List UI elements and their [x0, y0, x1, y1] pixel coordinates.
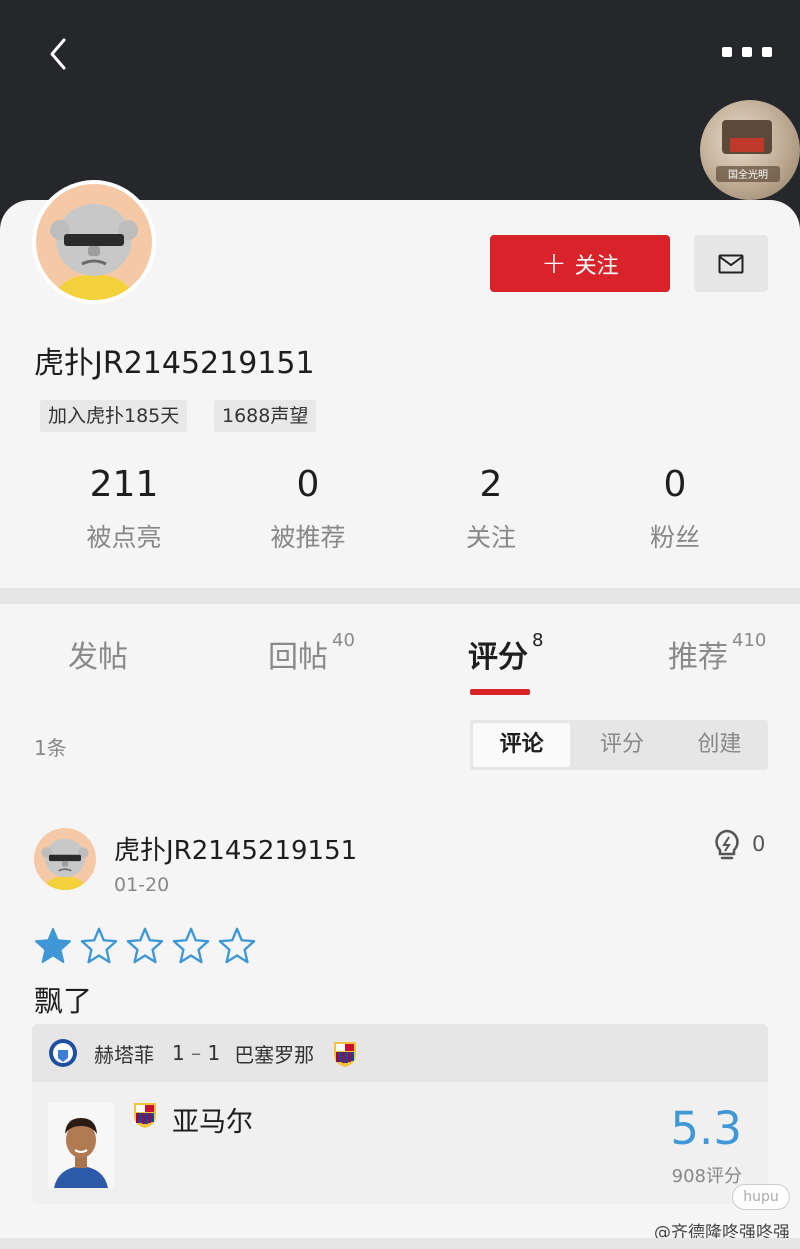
follow-button[interactable]: + 关注: [490, 235, 670, 292]
star-rating: [34, 926, 256, 964]
plus-icon: +: [541, 245, 567, 281]
filter-segment: 评论 评分 创建: [470, 720, 768, 770]
tab-label: 推荐: [668, 640, 728, 675]
tab-posts[interactable]: 发帖: [68, 632, 128, 676]
more-dot: [722, 47, 732, 57]
stat-label: 粉丝: [649, 523, 700, 552]
match-header: 赫塔菲 1 – 1 巴塞罗那: [32, 1024, 768, 1082]
tab-ratings[interactable]: 评分 8: [468, 630, 544, 676]
star-filled-icon: [34, 927, 72, 964]
stat-value: 0: [296, 464, 320, 505]
barcelona-crest-icon: [134, 1103, 156, 1128]
stat-value: 0: [663, 464, 687, 505]
chevron-left-icon: [50, 38, 66, 70]
result-count: 1条: [34, 736, 67, 760]
star-empty-icon: [126, 927, 164, 964]
star-empty-icon: [172, 927, 210, 964]
message-button[interactable]: [694, 235, 768, 292]
rating-count: 908评分: [671, 1166, 742, 1187]
stat-value: 2: [479, 464, 503, 505]
stat-liked[interactable]: 211 被点亮: [44, 462, 204, 554]
tab-count: 410: [732, 630, 767, 651]
active-tab-indicator: [470, 689, 530, 695]
getafe-crest-icon: [49, 1039, 77, 1067]
player-rating: 5.3: [670, 1102, 742, 1155]
tab-label: 发帖: [68, 640, 128, 675]
more-button[interactable]: [722, 40, 772, 64]
stat-label: 被推荐: [270, 523, 346, 552]
home-team: 赫塔菲: [94, 1042, 154, 1067]
mail-icon: [718, 254, 744, 273]
more-dot: [762, 47, 772, 57]
filter-comments[interactable]: 评论: [473, 723, 571, 767]
stat-fans[interactable]: 0 粉丝: [595, 462, 755, 554]
hupu-logo-watermark: hupu: [732, 1184, 790, 1210]
lightbulb-icon: [715, 829, 739, 860]
match-card[interactable]: 赫塔菲 1 – 1 巴塞罗那 亚马尔 5.3 908评分: [32, 1024, 768, 1204]
star-empty-icon: [80, 927, 118, 964]
match-score: 1 – 1: [172, 1041, 220, 1065]
avatar[interactable]: [32, 180, 156, 304]
back-button[interactable]: [40, 34, 80, 74]
profile-username: 虎扑JR2145219151: [34, 346, 315, 381]
star-empty-icon: [218, 927, 256, 964]
post-username[interactable]: 虎扑JR2145219151: [114, 830, 357, 867]
player-name: 亚马尔: [172, 1107, 253, 1138]
join-days-tag: 加入虎扑185天: [40, 400, 188, 432]
more-dot: [742, 47, 752, 57]
avatar-image: [36, 184, 152, 300]
stat-value: 211: [89, 464, 159, 505]
light-count: 0: [752, 832, 766, 856]
badge-graphic: [730, 138, 764, 152]
tab-label: 评分: [468, 640, 528, 675]
player-photo: [48, 1102, 114, 1188]
tab-recommend[interactable]: 推荐 410: [668, 630, 767, 676]
tab-count: 40: [332, 630, 355, 651]
badge-text: 国全光明: [716, 166, 780, 182]
follow-label: 关注: [574, 253, 619, 279]
away-team: 巴塞罗那: [234, 1042, 315, 1067]
tab-replies[interactable]: 回帖 40: [268, 630, 355, 676]
tab-count: 8: [532, 630, 544, 651]
stat-recommended[interactable]: 0 被推荐: [228, 462, 388, 554]
filter-created[interactable]: 创建: [671, 720, 768, 770]
light-button[interactable]: [712, 828, 742, 862]
away-score: 1: [207, 1041, 221, 1065]
stat-label: 被点亮: [86, 523, 162, 552]
reputation-tag: 1688声望: [214, 400, 317, 432]
post-avatar[interactable]: [34, 828, 96, 890]
barcelona-crest-icon: [334, 1042, 357, 1067]
stat-following[interactable]: 2 关注: [411, 462, 571, 554]
profile-badge[interactable]: 国全光明: [700, 100, 800, 200]
score-separator: –: [191, 1041, 202, 1065]
home-score: 1: [172, 1041, 185, 1065]
section-divider: [0, 588, 800, 604]
tab-label: 回帖: [268, 640, 328, 675]
filter-ratings[interactable]: 评分: [573, 720, 670, 770]
post-comment: 飘了: [34, 984, 93, 1018]
post-date: 01-20: [114, 874, 170, 896]
bottom-divider: [0, 1238, 800, 1249]
stat-label: 关注: [465, 523, 516, 552]
